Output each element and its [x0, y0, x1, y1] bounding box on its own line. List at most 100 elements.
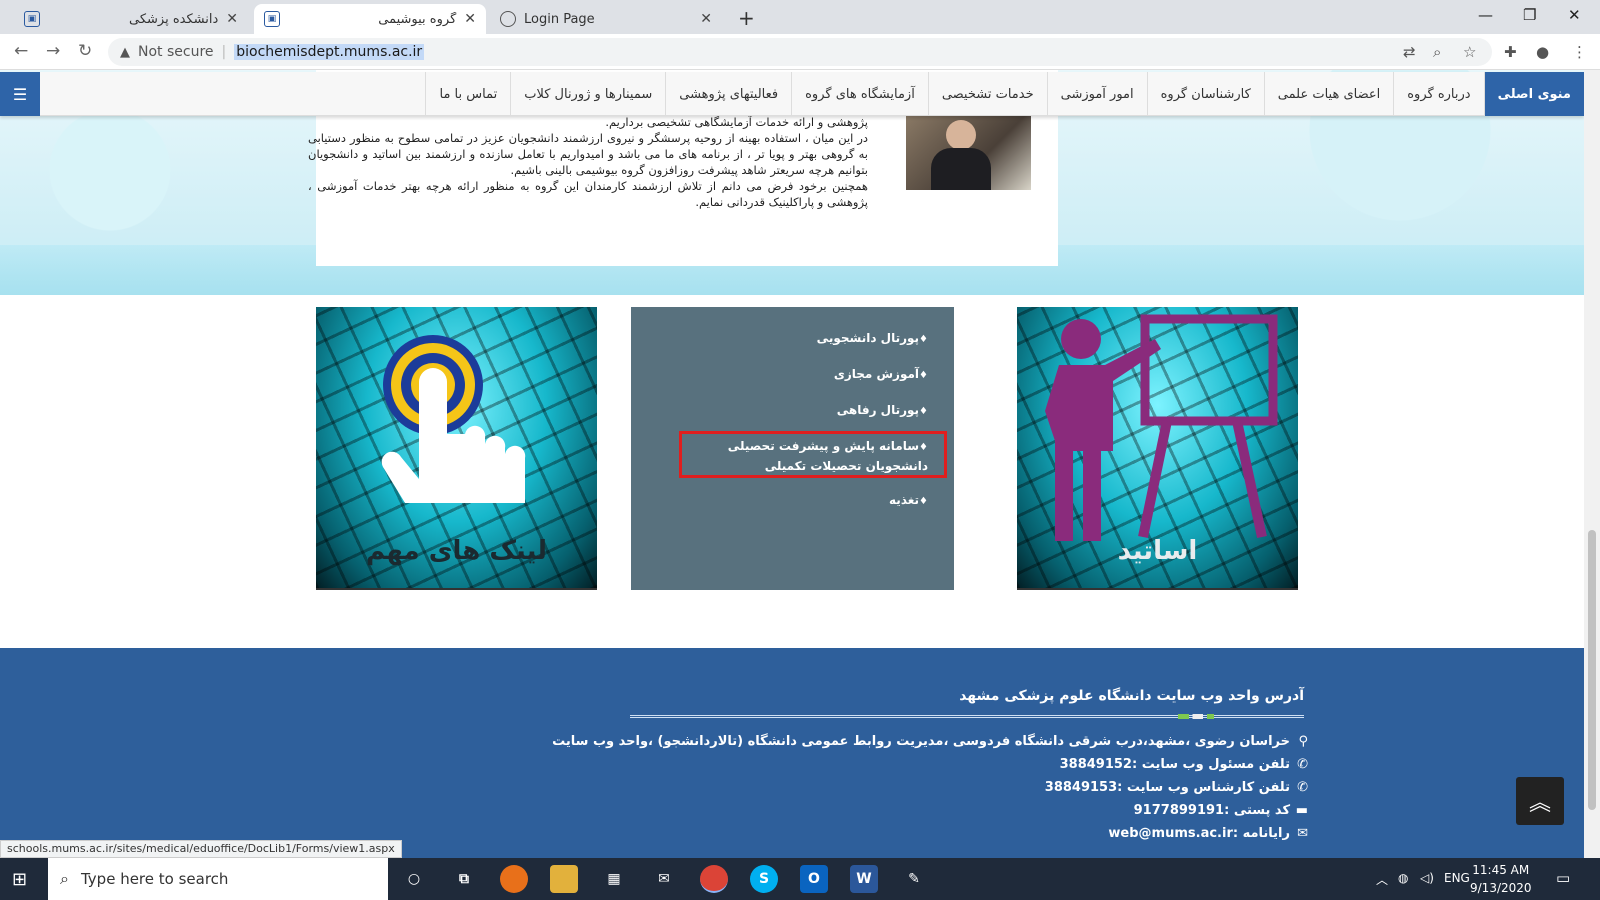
footer-address: خراسان رضوی ،مشهد،درب شرقی دانشگاه فردوس… [552, 734, 1290, 749]
important-links-caption: لینک های مهم [366, 536, 547, 566]
window-close-icon[interactable]: ✕ [1568, 6, 1581, 24]
close-icon[interactable]: ✕ [700, 11, 712, 27]
url-text[interactable]: biochemisdept.mums.ac.ir [234, 44, 425, 60]
nav-item-about[interactable]: درباره گروه [1393, 72, 1483, 116]
nav-items: منوی اصلی درباره گروه اعضای هیات علمی کا… [425, 72, 1584, 116]
skype-icon[interactable]: S [750, 865, 778, 893]
security-label[interactable]: Not secure [138, 44, 214, 60]
forward-icon[interactable]: → [46, 41, 60, 61]
chrome-icon[interactable] [700, 865, 728, 893]
divider: | [221, 44, 227, 60]
tab-title: Login Page [524, 11, 595, 27]
store-icon[interactable]: ▦ [600, 865, 628, 893]
phone-icon: ✆ [1297, 780, 1308, 795]
browser-toolbar: ← → ↻ ▲ Not secure | biochemisdept.mums.… [0, 34, 1600, 70]
link-student-portal[interactable]: پورتال دانشجویی [678, 329, 928, 349]
menu-kebab-icon[interactable]: ⋮ [1572, 43, 1587, 61]
notifications-icon[interactable]: ▭ [1556, 869, 1570, 887]
reload-icon[interactable]: ↻ [78, 41, 92, 61]
nav-item-main-menu[interactable]: منوی اصلی [1483, 72, 1584, 116]
minimize-icon[interactable]: — [1478, 6, 1493, 24]
nav-item-staff[interactable]: کارشناسان گروه [1146, 72, 1264, 116]
nav-item-research[interactable]: فعالیتهای پژوهشی [665, 72, 791, 116]
zoom-icon[interactable]: ⌕ [1433, 43, 1441, 61]
footer-email[interactable]: رایانامه :web@mums.ac.ir [1108, 826, 1290, 841]
location-pin-icon: ⚲ [1298, 734, 1308, 749]
firefox-icon[interactable] [500, 865, 528, 893]
link-welfare-portal[interactable]: پورتال رفاهی [678, 401, 928, 421]
highlight-box [679, 431, 947, 478]
new-tab-icon[interactable]: + [738, 6, 755, 30]
mail-icon[interactable]: ✉ [650, 865, 678, 893]
clock-date: 9/13/2020 [1470, 881, 1532, 895]
footer-postal-code: کد پستی :9177899191 [1133, 803, 1290, 818]
nav-item-diagnostics[interactable]: خدمات تشخیصی [927, 72, 1047, 116]
volume-icon[interactable]: ◁) [1420, 871, 1434, 885]
professors-tile[interactable]: اساتید [1017, 307, 1298, 590]
scroll-to-top-button[interactable]: ︽ [1516, 777, 1564, 825]
paint-icon[interactable]: ✎ [900, 865, 928, 893]
professors-caption: اساتید [1117, 536, 1198, 566]
university-logo-icon: ▣ [264, 11, 280, 27]
nav-item-faculty[interactable]: اعضای هیات علمی [1263, 72, 1393, 116]
footer-phone-expert: تلفن کارشناس وب سایت :38849153 [1044, 780, 1290, 795]
back-icon[interactable]: ← [14, 41, 28, 61]
scrollbar-thumb[interactable] [1588, 530, 1596, 810]
footer-phone-manager: تلفن مسئول وب سایت :38849152 [1059, 757, 1290, 772]
bookmark-star-icon[interactable]: ☆ [1463, 43, 1476, 61]
link-nutrition[interactable]: تغذیه [678, 491, 928, 511]
task-view-icon[interactable]: ⧉ [450, 865, 478, 893]
tab-login-page[interactable]: Login Page ✕ [490, 4, 722, 34]
network-icon[interactable]: ◍ [1398, 871, 1408, 885]
main-navigation: ☰ منوی اصلی درباره گروه اعضای هیات علمی … [0, 72, 1584, 116]
close-icon[interactable]: ✕ [226, 11, 238, 27]
hamburger-menu-icon[interactable]: ☰ [0, 72, 40, 116]
cortana-icon[interactable]: ○ [400, 865, 428, 893]
translate-icon[interactable]: ⇄ [1403, 43, 1416, 61]
word-icon[interactable]: W [850, 865, 878, 893]
windows-start-icon[interactable]: ⊞ [12, 869, 27, 890]
search-icon: ⌕ [60, 869, 69, 888]
head-of-department-photo [906, 114, 1031, 190]
link-status-bar: schools.mums.ac.ir/sites/medical/eduoffi… [0, 840, 402, 858]
photo-face [946, 120, 976, 150]
file-explorer-icon[interactable] [550, 865, 578, 893]
page-viewport: پژوهشی و ارائه خدمات آزمایشگاهی تشخیصی ب… [0, 70, 1584, 858]
nav-item-contact[interactable]: تماس با ما [425, 72, 510, 116]
clock-time: 11:45 AM [1472, 863, 1530, 877]
mailbox-icon: ▬ [1295, 803, 1308, 818]
nav-item-seminars[interactable]: سمینارها و ژورنال کلاب [510, 72, 665, 116]
tab-title: گروه بیوشیمی [378, 11, 457, 27]
tab-medical-school[interactable]: ▣ دانشکده پزشکی ✕ [14, 4, 248, 34]
page-scrollbar[interactable] [1584, 70, 1600, 858]
phone-icon: ✆ [1297, 757, 1308, 772]
intro-paragraph: همچنین برخود فرض می دانم از تلاش ارزشمند… [308, 179, 868, 209]
close-icon[interactable]: ✕ [464, 11, 476, 27]
footer-heading: آدرس واحد وب سایت دانشگاه علوم پزشکی مشه… [959, 688, 1304, 704]
profile-icon[interactable]: ● [1536, 43, 1549, 61]
footer-divider [630, 714, 1304, 719]
nav-item-education[interactable]: امور آموزشی [1046, 72, 1147, 116]
warning-icon: ▲ [120, 44, 130, 60]
university-logo-icon: ▣ [24, 11, 40, 27]
search-placeholder: Type here to search [80, 870, 229, 888]
photo-body [931, 148, 991, 190]
language-indicator[interactable]: ENG [1444, 871, 1470, 885]
extensions-icon[interactable]: ✚ [1504, 43, 1517, 61]
browser-tab-strip: ▣ دانشکده پزشکی ✕ ▣ گروه بیوشیمی ✕ Login… [0, 0, 1600, 34]
important-links-tile[interactable]: لینک های مهم [316, 307, 597, 590]
taskbar-search[interactable]: ⌕ Type here to search [48, 858, 388, 900]
windows-taskbar: ⊞ ⌕ Type here to search ○ ⧉ ▦ ✉ S O W ✎ … [0, 858, 1600, 900]
outlook-icon[interactable]: O [800, 865, 828, 893]
system-clock[interactable]: 11:45 AM 9/13/2020 [1470, 861, 1532, 897]
globe-icon [500, 11, 516, 27]
restore-icon[interactable]: ❐ [1523, 6, 1536, 24]
intro-paragraph: پژوهشی و ارائه خدمات آزمایشگاهی تشخیصی ب… [605, 115, 868, 129]
intro-paragraph: در این میان ، استفاده بهینه از روحیه پرس… [308, 131, 868, 177]
link-virtual-education[interactable]: آموزش مجازی [678, 365, 928, 385]
tray-chevron-icon[interactable]: ︿ [1376, 871, 1388, 888]
nav-item-labs[interactable]: آزمایشگاه های گروه [791, 72, 928, 116]
tab-biochemistry[interactable]: ▣ گروه بیوشیمی ✕ [254, 4, 486, 34]
address-bar[interactable]: ▲ Not secure | biochemisdept.mums.ac.ir [108, 38, 1492, 66]
tab-title: دانشکده پزشکی [129, 11, 219, 27]
